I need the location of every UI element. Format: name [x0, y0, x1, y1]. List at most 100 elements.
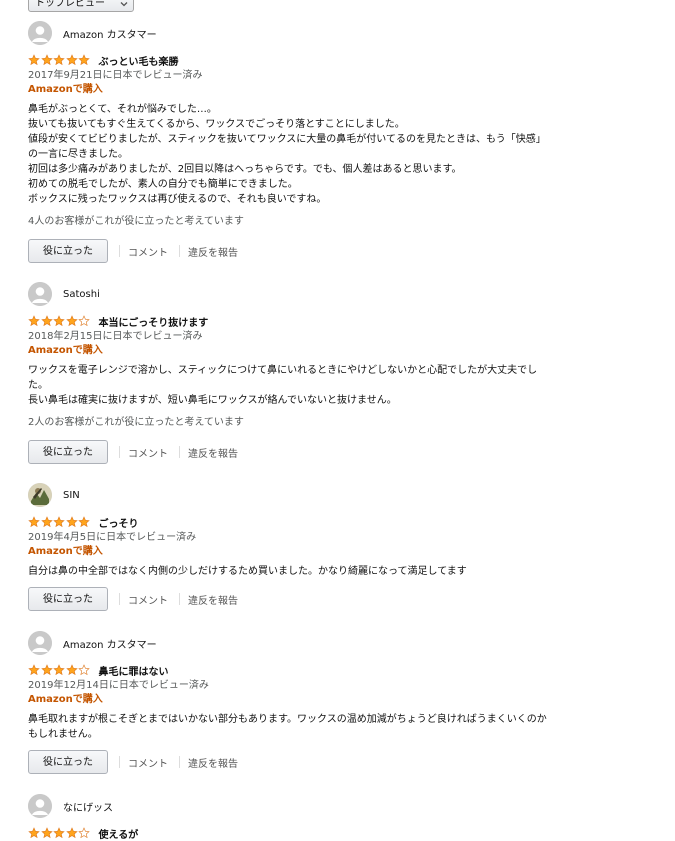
- divider: [179, 245, 180, 257]
- default-avatar-icon: [28, 21, 52, 45]
- review-body: ワックスを電子レンジで溶かし、スティックにつけて鼻にいれるときにやけどしないかと…: [28, 363, 588, 408]
- default-avatar-icon: [28, 631, 52, 655]
- star-filled-icon: [65, 54, 78, 66]
- chevron-down-icon: [120, 2, 128, 7]
- sort-dropdown[interactable]: トップレビュー: [28, 0, 134, 12]
- divider: [179, 756, 180, 768]
- report-abuse-link[interactable]: 違反を報告: [188, 244, 238, 259]
- divider: [119, 446, 120, 458]
- review-body-line: ワックスを電子レンジで溶かし、スティックにつけて鼻にいれるときにやけどしないかと…: [28, 365, 538, 376]
- sort-selected-label: トップレビュー: [35, 0, 105, 9]
- reviewer-name: SIN: [63, 489, 80, 501]
- report-abuse-link[interactable]: 違反を報告: [188, 755, 238, 770]
- star-filled-icon: [78, 54, 90, 66]
- star-filled-icon: [40, 664, 53, 676]
- star-filled-icon: [65, 664, 78, 676]
- star-empty-icon: [78, 827, 90, 839]
- reviewer-name: Satoshi: [63, 288, 100, 300]
- review-title[interactable]: ぶっとい毛も楽勝: [99, 53, 179, 68]
- star-filled-icon: [65, 827, 78, 839]
- helpful-count: 2人のお客様がこれが役に立ったと考えています: [28, 417, 244, 428]
- star-filled-icon: [40, 54, 53, 66]
- review-title[interactable]: ごっそり: [99, 515, 139, 530]
- helpful-button[interactable]: 役に立った: [28, 750, 108, 774]
- helpful-count: 4人のお客様がこれが役に立ったと考えています: [28, 216, 244, 227]
- star-filled-icon: [28, 516, 40, 528]
- helpful-button[interactable]: 役に立った: [28, 587, 108, 611]
- divider: [119, 756, 120, 768]
- review-title[interactable]: 本当にごっそり抜けます: [99, 314, 209, 329]
- star-filled-icon: [53, 54, 65, 66]
- review-body: 鼻毛取れますが根こそぎとまではいかない部分もあります。ワックスの温め加減がちょう…: [28, 712, 588, 742]
- review-body-line: の一言に尽きました。: [28, 149, 128, 160]
- review-date: 2019年12月14日に日本でレビュー済み: [28, 680, 209, 691]
- reviewer-name: なにげッス: [63, 802, 113, 814]
- divider: [179, 593, 180, 605]
- verified-purchase-badge: Amazonで購入: [28, 546, 103, 557]
- review-body-line: 鼻毛がぶっとくて、それが悩みでした…。: [28, 104, 217, 115]
- star-rating[interactable]: [28, 664, 91, 676]
- star-rating[interactable]: [28, 516, 91, 528]
- review-title[interactable]: 使えるが: [99, 826, 139, 841]
- review-body-line: ボックスに残ったワックスは再び使えるので、それも良いですね。: [28, 194, 327, 205]
- review-item: なにげッス 使えるが: [28, 794, 588, 841]
- star-filled-icon: [40, 827, 53, 839]
- default-avatar-icon: [28, 794, 52, 818]
- comment-link[interactable]: コメント: [128, 592, 168, 607]
- helpful-button[interactable]: 役に立った: [28, 440, 108, 464]
- star-filled-icon: [78, 516, 90, 528]
- star-rating[interactable]: [28, 315, 91, 327]
- helpful-button[interactable]: 役に立った: [28, 239, 108, 263]
- star-filled-icon: [53, 516, 65, 528]
- star-filled-icon: [40, 516, 53, 528]
- review-date: 2017年9月21日に日本でレビュー済み: [28, 70, 203, 81]
- report-abuse-link[interactable]: 違反を報告: [188, 445, 238, 460]
- star-rating[interactable]: [28, 827, 91, 839]
- reviewer-name: Amazon カスタマー: [63, 639, 157, 651]
- reviewer-profile[interactable]: Satoshi: [28, 282, 588, 306]
- verified-purchase-badge: Amazonで購入: [28, 345, 103, 356]
- reviewer-profile[interactable]: Amazon カスタマー: [28, 631, 588, 655]
- divider: [119, 245, 120, 257]
- reviewer-profile[interactable]: なにげッス: [28, 794, 588, 818]
- star-empty-icon: [78, 315, 90, 327]
- review-body-line: 抜いても抜いてもすぐ生えてくるから、ワックスでごっそり落とすことにしました。: [28, 119, 405, 130]
- reviewer-profile[interactable]: SIN: [28, 483, 588, 507]
- review-body-line: 初めての脱毛でしたが、素人の自分でも簡単にできました。: [28, 179, 298, 190]
- star-filled-icon: [65, 315, 78, 327]
- review-body-line: 鼻毛取れますが根こそぎとまではいかない部分もあります。ワックスの温め加減がちょう…: [28, 714, 547, 725]
- photo-avatar-icon: [28, 483, 52, 507]
- review-item: Amazon カスタマー 鼻毛に罪はない 2019年12月14日に日本でレビュー…: [28, 631, 588, 774]
- review-title[interactable]: 鼻毛に罪はない: [99, 663, 169, 678]
- star-filled-icon: [28, 315, 40, 327]
- review-item: Satoshi 本当にごっそり抜けます 2018年2月15日に日本でレビュー済み…: [28, 282, 588, 464]
- default-avatar-icon: [28, 282, 52, 306]
- review-body-line: 自分は鼻の中全部ではなく内側の少しだけするため買いました。かなり綺麗になって満足…: [28, 566, 467, 577]
- comment-link[interactable]: コメント: [128, 244, 168, 259]
- verified-purchase-badge: Amazonで購入: [28, 84, 103, 95]
- divider: [119, 593, 120, 605]
- review-body-line: 値段が安くてビビりましたが、スティックを抜いてワックスに大量の鼻毛が付いてるのを…: [28, 134, 546, 145]
- comment-link[interactable]: コメント: [128, 445, 168, 460]
- star-filled-icon: [40, 315, 53, 327]
- review-date: 2018年2月15日に日本でレビュー済み: [28, 331, 203, 342]
- star-empty-icon: [78, 664, 90, 676]
- review-body: 自分は鼻の中全部ではなく内側の少しだけするため買いました。かなり綺麗になって満足…: [28, 564, 588, 579]
- review-item: SIN ごっそり 2019年4月5日に日本でレビュー済み Amazonで購入 自…: [28, 483, 588, 611]
- reviewer-profile[interactable]: Amazon カスタマー: [28, 21, 588, 45]
- reviewer-name: Amazon カスタマー: [63, 29, 157, 41]
- star-filled-icon: [53, 315, 65, 327]
- star-filled-icon: [53, 827, 65, 839]
- star-filled-icon: [28, 54, 40, 66]
- review-body: 鼻毛がぶっとくて、それが悩みでした…。抜いても抜いてもすぐ生えてくるから、ワック…: [28, 102, 588, 207]
- comment-link[interactable]: コメント: [128, 755, 168, 770]
- report-abuse-link[interactable]: 違反を報告: [188, 592, 238, 607]
- star-rating[interactable]: [28, 54, 91, 66]
- star-filled-icon: [28, 664, 40, 676]
- star-filled-icon: [53, 664, 65, 676]
- star-filled-icon: [28, 827, 40, 839]
- divider: [179, 446, 180, 458]
- verified-purchase-badge: Amazonで購入: [28, 694, 103, 705]
- review-body-line: 長い鼻毛は確実に抜けますが、短い鼻毛にワックスが絡んでいないと抜けません。: [28, 395, 397, 406]
- star-filled-icon: [65, 516, 78, 528]
